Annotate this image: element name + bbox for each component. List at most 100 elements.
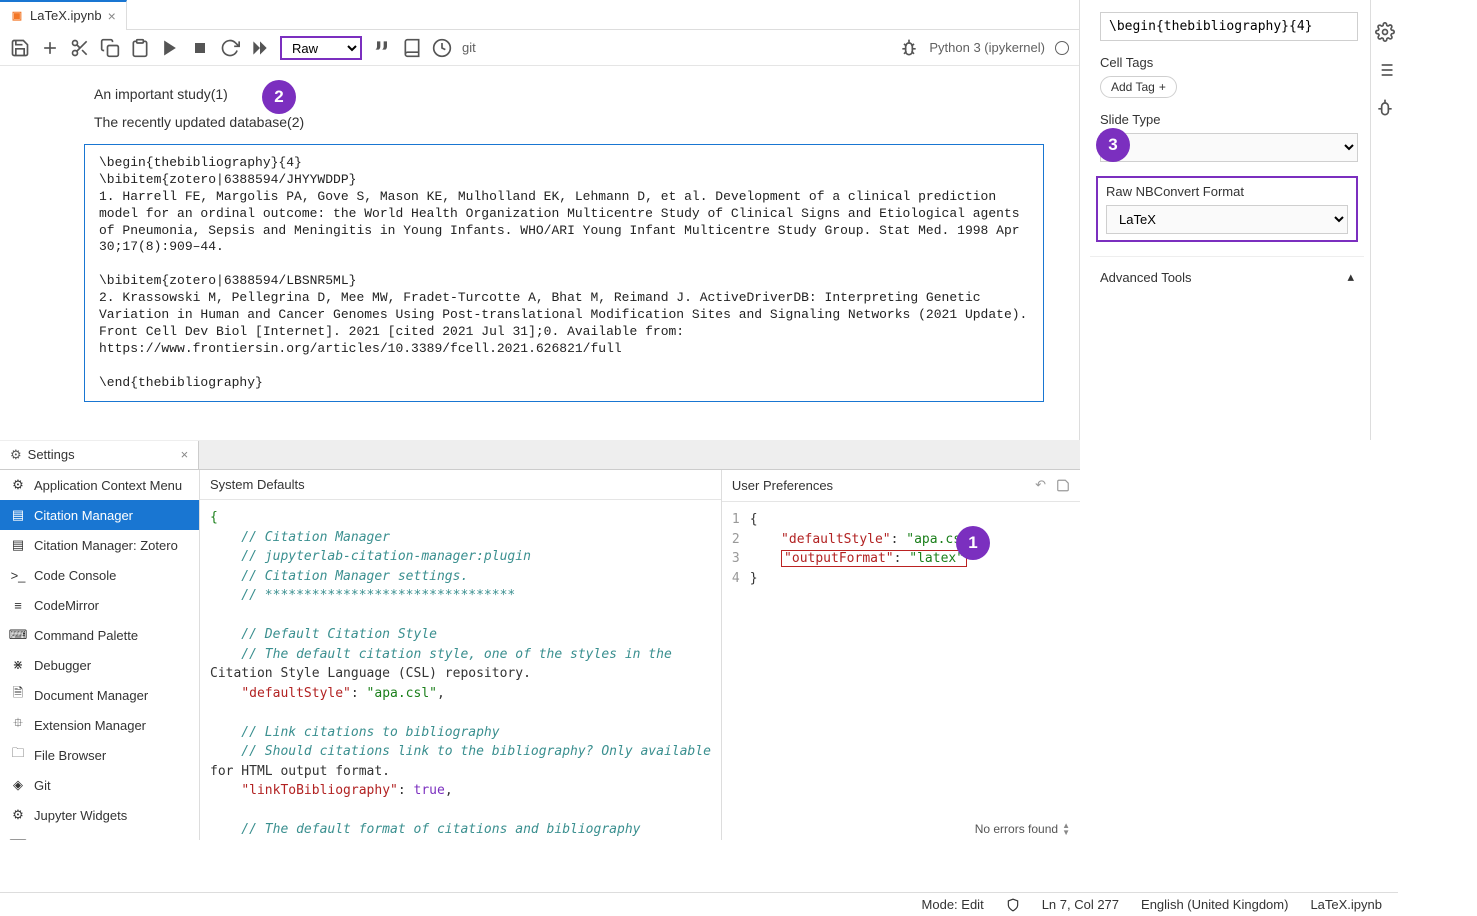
notebook-icon: ▣ (10, 9, 24, 23)
statusbar-mode[interactable]: Mode: Edit (922, 897, 984, 912)
sidebar-item-document-manager[interactable]: 🗎Document Manager (0, 680, 199, 710)
add-icon[interactable] (40, 38, 60, 58)
sidebar-item-debugger[interactable]: ⋇Debugger (0, 650, 199, 680)
sidebar-item-label: Extension Manager (34, 718, 146, 733)
keyboard-icon: ⌨ (10, 627, 26, 643)
annotation-3: 3 (1096, 128, 1130, 162)
folder-icon: 🗀 (10, 747, 26, 763)
close-icon[interactable]: × (108, 8, 116, 24)
notebook-toolbar: Raw git Python 3 (ipykernel) (0, 30, 1079, 66)
notebook-pane: ▣ LaTeX.ipynb × Raw git Python 3 (ipyker… (0, 0, 1080, 440)
sidebar-item-citation-manager[interactable]: ▤ Citation Manager (0, 500, 199, 530)
save-icon[interactable] (1056, 477, 1070, 494)
sidebar-item-extension-manager[interactable]: ⯐ Extension Manager (0, 710, 199, 740)
settings-tabbar: ⚙ Settings × (0, 440, 1080, 470)
sidebar-item-label: Keyboard Shortcuts (34, 838, 148, 841)
user-preferences-header: User Preferences ↶ (722, 470, 1080, 502)
right-activity-bar (1370, 0, 1398, 440)
sidebar-item-label: Citation Manager: Zotero (34, 538, 178, 553)
gear-icon: ⚙ (10, 477, 26, 493)
sidebar-item-label: Code Console (34, 568, 116, 583)
celltype-select[interactable]: Raw (280, 36, 362, 60)
gear-icon: ⚙ (10, 807, 26, 823)
debugger-icon[interactable] (1375, 98, 1395, 118)
user-preferences-code[interactable]: 1234 { "defaultStyle": "apa.csl", "outpu… (722, 502, 1080, 840)
undo-icon[interactable]: ↶ (1035, 477, 1046, 494)
notebook-tab[interactable]: ▣ LaTeX.ipynb × (0, 0, 127, 30)
console-icon: >_ (10, 567, 26, 583)
kernel-status-icon[interactable] (1055, 41, 1069, 55)
sidebar-item-citation-manager-zotero[interactable]: ▤ Citation Manager: Zotero (0, 530, 199, 560)
cell-content-preview[interactable] (1100, 12, 1358, 41)
sidebar-item-label: CodeMirror (34, 598, 99, 613)
bug-icon[interactable] (899, 38, 919, 58)
citation-icon[interactable] (372, 38, 392, 58)
sidebar-item-label: Git (34, 778, 51, 793)
close-icon[interactable]: × (181, 447, 189, 462)
sidebar-item-keyboard-shortcuts[interactable]: ⌨ Keyboard Shortcuts (0, 830, 199, 840)
errors-stepper[interactable]: ▲▼ (1062, 822, 1070, 836)
advanced-tools-label: Advanced Tools (1100, 270, 1192, 285)
puzzle-icon: ⯐ (10, 717, 26, 733)
slide-type-select[interactable] (1100, 133, 1358, 162)
list-icon[interactable] (1375, 60, 1395, 80)
paste-icon[interactable] (130, 38, 150, 58)
settings-sidebar: ⚙Application Context Menu ▤ Citation Manag… (0, 470, 200, 840)
sidebar-item-code-console[interactable]: >_ Code Console (0, 560, 199, 590)
notebook-output-line: The recently updated database(2) (94, 114, 1057, 130)
notebook-body: An important study(1) The recently updat… (0, 66, 1079, 440)
book-icon: ▤ (10, 507, 26, 523)
run-icon[interactable] (160, 38, 180, 58)
stop-icon[interactable] (190, 38, 210, 58)
notebook-output-line: An important study(1) (94, 86, 1057, 102)
settings-body: ⚙Application Context Menu ▤ Citation Manag… (0, 470, 1080, 840)
raw-nbconvert-select[interactable]: LaTeX (1106, 205, 1348, 234)
bibliography-icon[interactable] (402, 38, 422, 58)
restart-icon[interactable] (220, 38, 240, 58)
sidebar-item-label: Command Palette (34, 628, 138, 643)
annotation-1: 1 (956, 526, 990, 560)
gear-icon[interactable] (1375, 22, 1395, 42)
system-defaults-code[interactable]: { // Citation Manager // jupyterlab-cita… (200, 500, 721, 840)
keyboard-icon: ⌨ (10, 837, 26, 840)
shield-icon[interactable] (1006, 898, 1020, 912)
sidebar-item-command-palette[interactable]: ⌨ Command Palette (0, 620, 199, 650)
advanced-tools-toggle[interactable]: Advanced Tools ▴ (1090, 256, 1364, 297)
sidebar-item-label: Citation Manager (34, 508, 133, 523)
notebook-tab-title: LaTeX.ipynb (30, 8, 102, 23)
sidebar-item-codemirror[interactable]: ≡ CodeMirror (0, 590, 199, 620)
cell-inspector: Cell Tags Add Tag + Slide Type Raw NBCon… (1090, 0, 1364, 440)
line-gutter: 1234 (732, 510, 750, 832)
sidebar-item-jupyter-widgets[interactable]: ⚙ Jupyter Widgets (0, 800, 199, 830)
sidebar-item-file-browser[interactable]: 🗀File Browser (0, 740, 199, 770)
run-all-icon[interactable] (250, 38, 270, 58)
statusbar-position[interactable]: Ln 7, Col 277 (1042, 897, 1119, 912)
cell-tags-label: Cell Tags (1100, 55, 1364, 70)
cell-raw-content[interactable]: \begin{thebibliography}{4} \bibitem{zote… (84, 144, 1044, 402)
system-defaults-column: System Defaults { // Citation Manager //… (200, 470, 722, 840)
statusbar-file[interactable]: LaTeX.ipynb (1310, 897, 1382, 912)
sidebar-item-application-context-menu[interactable]: ⚙Application Context Menu (0, 470, 199, 500)
cut-icon[interactable] (70, 38, 90, 58)
add-tag-button[interactable]: Add Tag + (1100, 76, 1177, 98)
gear-icon: ⚙ (10, 447, 22, 463)
raw-nbconvert-label: Raw NBConvert Format (1106, 184, 1348, 199)
copy-icon[interactable] (100, 38, 120, 58)
plus-icon: + (1159, 80, 1166, 94)
kernel-name[interactable]: Python 3 (ipykernel) (929, 40, 1045, 55)
notebook-tabbar: ▣ LaTeX.ipynb × (0, 0, 1079, 30)
sidebar-item-label: Jupyter Widgets (34, 808, 127, 823)
settings-pane: ⚙ Settings × ⚙Application Context Menu ▤ C… (0, 440, 1080, 840)
settings-tab[interactable]: ⚙ Settings × (0, 441, 199, 469)
git-label[interactable]: git (462, 40, 476, 55)
settings-editor: System Defaults { // Citation Manager //… (200, 470, 1080, 840)
slide-type-label: Slide Type (1100, 112, 1364, 127)
book-icon: ▤ (10, 537, 26, 553)
statusbar-language[interactable]: English (United Kingdom) (1141, 897, 1288, 912)
save-icon[interactable] (10, 38, 30, 58)
sidebar-item-git[interactable]: ◈Git (0, 770, 199, 800)
errors-status: No errors found ▲▼ (965, 818, 1080, 840)
system-defaults-title: System Defaults (210, 477, 305, 492)
lines-icon: ≡ (10, 597, 26, 613)
clock-icon[interactable] (432, 38, 452, 58)
